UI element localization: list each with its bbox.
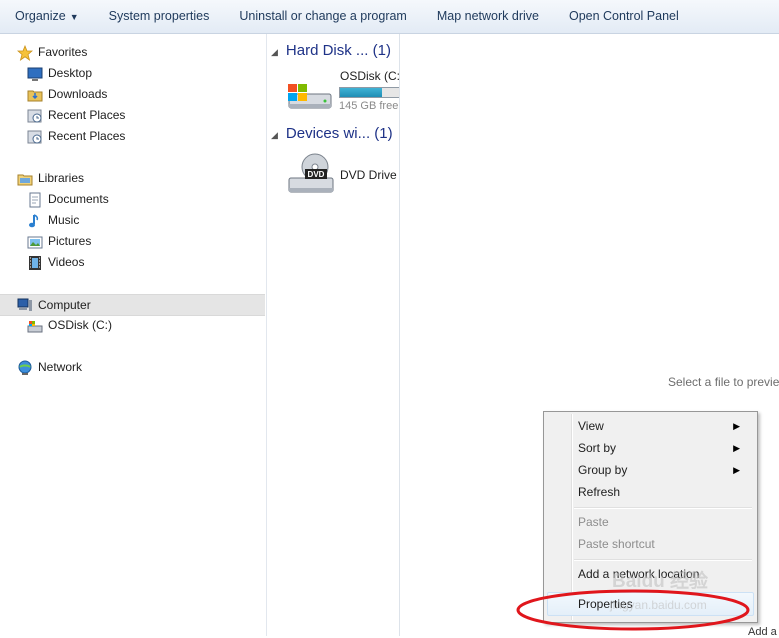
chevron-down-icon: ▼ bbox=[69, 12, 79, 22]
drive-name: DVD Drive ( bbox=[340, 168, 400, 182]
nav-label: OSDisk (C:) bbox=[48, 318, 112, 332]
menu-item-group-by[interactable]: Group by ▶ bbox=[578, 459, 748, 481]
submenu-arrow-icon: ▶ bbox=[733, 443, 740, 453]
nav-label: Pictures bbox=[48, 234, 92, 248]
pictures-icon bbox=[27, 236, 43, 249]
annotation-ellipse bbox=[516, 589, 750, 631]
nav-item-network[interactable]: Network bbox=[0, 357, 266, 377]
menu-item-paste[interactable]: Paste bbox=[578, 511, 748, 533]
nav-item-music[interactable]: Music bbox=[0, 210, 266, 230]
uninstall-program-button[interactable]: Uninstall or change a program bbox=[224, 0, 421, 33]
collapse-triangle-icon[interactable]: ◢ bbox=[271, 47, 278, 57]
navigation-pane: Favorites Desktop Downloads Recent Place… bbox=[0, 34, 267, 636]
nav-item-pictures[interactable]: Pictures bbox=[0, 231, 266, 251]
nav-item-desktop[interactable]: Desktop bbox=[0, 63, 266, 83]
menu-item-paste-shortcut[interactable]: Paste shortcut bbox=[578, 533, 748, 555]
map-network-drive-button[interactable]: Map network drive bbox=[422, 0, 554, 33]
nav-label: Favorites bbox=[38, 45, 88, 59]
network-icon bbox=[18, 360, 32, 375]
nav-label: Documents bbox=[48, 192, 109, 206]
group-label: Hard Disk ... (1) bbox=[285, 42, 391, 59]
preview-message: Select a file to preview bbox=[668, 375, 779, 389]
hard-drive-icon bbox=[27, 321, 43, 333]
nav-label: Music bbox=[48, 213, 80, 227]
nav-label: Computer bbox=[38, 298, 91, 312]
nav-item-recent-places[interactable]: Recent Places bbox=[0, 105, 266, 125]
nav-label: Recent Places bbox=[48, 129, 126, 143]
nav-item-recent-places-2[interactable]: Recent Places bbox=[0, 126, 266, 146]
hard-drive-icon bbox=[288, 84, 332, 109]
drive-usage-fill bbox=[340, 88, 382, 97]
submenu-arrow-icon: ▶ bbox=[733, 421, 740, 431]
dvd-drive-icon: DVD bbox=[288, 153, 334, 193]
downloads-folder-icon bbox=[27, 90, 43, 102]
nav-item-osdisk[interactable]: OSDisk (C:) bbox=[0, 315, 266, 335]
nav-item-libraries[interactable]: Libraries bbox=[0, 168, 266, 188]
recent-places-icon bbox=[27, 130, 42, 144]
videos-icon bbox=[29, 256, 41, 270]
nav-item-computer[interactable]: Computer bbox=[0, 294, 265, 316]
menu-separator bbox=[574, 507, 752, 509]
organize-button[interactable]: Organize ▼ bbox=[0, 0, 94, 33]
menu-separator bbox=[574, 559, 752, 561]
system-properties-button[interactable]: System properties bbox=[94, 0, 225, 33]
recent-places-icon bbox=[27, 109, 42, 123]
nav-item-favorites[interactable]: Favorites bbox=[0, 42, 266, 62]
computer-icon bbox=[17, 298, 32, 311]
drive-free-space: 145 GB free bbox=[339, 100, 399, 112]
nav-label: Network bbox=[38, 360, 83, 374]
nav-label: Libraries bbox=[38, 171, 85, 185]
menu-item-sort-by[interactable]: Sort by ▶ bbox=[578, 437, 748, 459]
drive-usage-bar bbox=[339, 87, 399, 98]
group-label: Devices wi... (1) bbox=[285, 125, 393, 142]
drive-name: OSDisk (C:) bbox=[340, 69, 400, 83]
desktop-icon bbox=[27, 67, 43, 81]
menu-label: View bbox=[578, 419, 604, 433]
nav-item-videos[interactable]: Videos bbox=[0, 252, 266, 272]
submenu-arrow-icon: ▶ bbox=[733, 465, 740, 475]
nav-label: Desktop bbox=[48, 66, 93, 80]
menu-label: Group by bbox=[578, 463, 628, 477]
star-icon bbox=[17, 45, 33, 61]
documents-icon bbox=[29, 192, 41, 208]
libraries-icon bbox=[17, 174, 33, 186]
nav-item-downloads[interactable]: Downloads bbox=[0, 84, 266, 104]
organize-label: Organize bbox=[15, 9, 66, 23]
music-note-icon bbox=[29, 214, 39, 228]
menu-label: Sort by bbox=[578, 441, 617, 455]
menu-item-view[interactable]: View ▶ bbox=[578, 415, 748, 437]
content-pane: ◢ Hard Disk ... (1) OSDisk (C:) 145 GB fr… bbox=[267, 34, 400, 636]
group-hard-disk-drives[interactable]: ◢ Hard Disk ... (1) bbox=[271, 40, 391, 62]
dvd-label: DVD bbox=[308, 170, 325, 179]
menu-item-refresh[interactable]: Refresh bbox=[578, 481, 748, 503]
group-removable-devices[interactable]: ◢ Devices wi... (1) bbox=[271, 123, 393, 145]
command-bar: Organize ▼ System properties Uninstall or… bbox=[0, 0, 779, 34]
nav-item-documents[interactable]: Documents bbox=[0, 189, 266, 209]
nav-label: Recent Places bbox=[48, 108, 126, 122]
nav-label: Videos bbox=[48, 255, 85, 269]
open-control-panel-button[interactable]: Open Control Panel bbox=[554, 0, 694, 33]
collapse-triangle-icon[interactable]: ◢ bbox=[271, 130, 278, 140]
nav-label: Downloads bbox=[48, 87, 108, 101]
